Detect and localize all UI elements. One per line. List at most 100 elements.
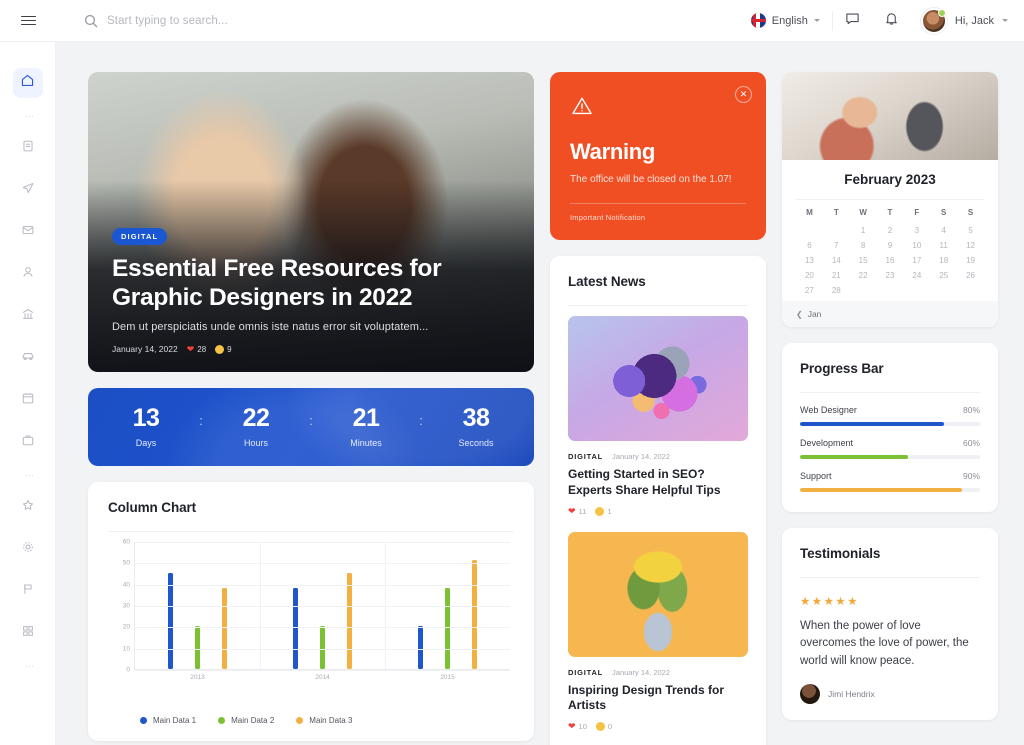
countdown-separator: : xyxy=(199,412,203,428)
calendar-day[interactable]: 10 xyxy=(903,241,930,250)
chart-title: Column Chart xyxy=(108,500,197,515)
avatar xyxy=(800,684,820,705)
progress-label: Support xyxy=(800,471,832,481)
sidebar-item-calendar[interactable] xyxy=(13,385,43,415)
top-bar-actions: English Hi, Jack xyxy=(739,7,1024,34)
chart-legend-item[interactable]: Main Data 3 xyxy=(296,716,352,725)
sidebar-item-clipboard[interactable] xyxy=(13,133,43,163)
calendar-day[interactable]: 5 xyxy=(957,226,984,235)
calendar-weekday: T xyxy=(833,208,839,217)
news-date: January 14, 2022 xyxy=(612,667,671,677)
progress-row: Development 60% xyxy=(800,438,980,459)
calendar-day[interactable]: 13 xyxy=(796,256,823,265)
legend-color-dot xyxy=(140,717,147,724)
calendar-day[interactable]: 25 xyxy=(930,271,957,280)
calendar-day[interactable]: 18 xyxy=(930,256,957,265)
chart-bar xyxy=(222,587,227,669)
legend-label: Main Data 2 xyxy=(231,716,275,725)
progress-percent: 80% xyxy=(962,405,980,415)
user-menu[interactable]: Hi, Jack xyxy=(911,7,1008,34)
divider xyxy=(568,305,748,306)
progress-fill xyxy=(800,422,944,426)
sidebar-separator xyxy=(25,473,30,478)
search-bar[interactable] xyxy=(84,14,739,28)
sidebar-separator xyxy=(25,114,30,119)
countdown-minutes-label: Minutes xyxy=(350,438,382,448)
calendar-day[interactable]: 27 xyxy=(796,286,823,295)
sidebar-item-briefcase[interactable] xyxy=(13,427,43,457)
sidebar-item-favorites[interactable] xyxy=(13,492,43,522)
calendar-day[interactable]: 24 xyxy=(903,271,930,280)
search-input[interactable] xyxy=(107,14,427,27)
calendar-day[interactable]: 17 xyxy=(903,256,930,265)
notifications-button[interactable] xyxy=(872,11,911,31)
news-title: Getting Started in SEO? Experts Share He… xyxy=(568,467,721,497)
calendar-day[interactable]: 4 xyxy=(930,226,957,235)
chart-legend-item[interactable]: Main Data 2 xyxy=(218,716,274,725)
calendar-day[interactable]: 14 xyxy=(823,256,850,265)
calendar-day[interactable]: 11 xyxy=(930,241,957,250)
chart-bar xyxy=(167,573,173,669)
calendar-day[interactable]: 7 xyxy=(823,241,850,250)
hero-category-badge: DIGITAL xyxy=(112,228,168,246)
sidebar-item-settings[interactable] xyxy=(13,534,43,564)
progress-header: Development 60% xyxy=(800,438,980,448)
car-icon xyxy=(21,349,35,368)
hero-comments: 9 xyxy=(215,344,232,354)
calendar-day[interactable]: 12 xyxy=(957,241,984,250)
sidebar-item-widgets[interactable] xyxy=(13,618,43,648)
calendar-day[interactable]: 3 xyxy=(903,226,930,235)
grid-icon xyxy=(21,624,35,643)
chart-area: 0 10 20 30 40 50 60 2013 2014 2015 xyxy=(108,538,514,692)
paper-plane-icon xyxy=(21,181,35,200)
calendar-day[interactable]: 16 xyxy=(877,256,904,265)
calendar-day[interactable]: 26 xyxy=(957,271,984,280)
divider xyxy=(800,577,980,578)
progress-track xyxy=(800,455,980,459)
sidebar-item-car[interactable] xyxy=(13,343,43,373)
sidebar-item-send[interactable] xyxy=(13,175,43,205)
chart-y-tick: 10 xyxy=(122,645,130,653)
calendar-prev-month[interactable]: ❮ Jan xyxy=(782,301,998,327)
progress-header: Support 90% xyxy=(800,471,980,481)
calendar-day[interactable]: 2 xyxy=(877,226,904,235)
legend-label: Main Data 1 xyxy=(153,716,197,725)
news-title: Inspiring Design Trends for Artists xyxy=(568,682,725,713)
calendar-day[interactable]: 20 xyxy=(796,271,823,280)
close-icon[interactable]: ✕ xyxy=(735,86,752,103)
list-item[interactable]: DIGITAL January 14, 2022 Getting Started… xyxy=(568,316,748,516)
progress-track xyxy=(800,422,980,426)
language-selector[interactable]: English xyxy=(739,13,832,28)
sidebar-item-bank[interactable] xyxy=(13,301,43,331)
sidebar-item-mail[interactable] xyxy=(13,217,43,247)
calendar-day[interactable]: 1 xyxy=(850,226,877,235)
chart-y-tick: 60 xyxy=(122,538,130,546)
hero-article-card[interactable]: DIGITAL Essential Free Resources for Gra… xyxy=(88,72,534,372)
calendar-day[interactable]: 22 xyxy=(850,271,877,280)
countdown-days-value: 13 xyxy=(132,404,160,432)
sidebar-item-profile[interactable] xyxy=(13,259,43,289)
calendar-day[interactable]: 8 xyxy=(850,241,877,250)
sidebar-separator xyxy=(25,664,30,669)
testimonial-author: Jimi Hendrix xyxy=(800,684,980,705)
clipboard-icon xyxy=(21,139,35,158)
calendar-day[interactable]: 23 xyxy=(877,271,904,280)
column-chart-card: Column Chart 0 10 20 30 40 50 60 2013 2014 2015 M… xyxy=(88,482,534,741)
calendar-day[interactable]: 21 xyxy=(823,271,850,280)
divider xyxy=(108,531,514,532)
list-item[interactable]: DIGITAL January 14, 2022 Inspiring Desig… xyxy=(568,531,748,732)
calendar-day[interactable]: 28 xyxy=(823,286,850,295)
chart-legend-item[interactable]: Main Data 1 xyxy=(140,716,196,725)
calendar-day[interactable]: 6 xyxy=(796,241,823,250)
chat-button[interactable] xyxy=(833,11,872,31)
chart-bar xyxy=(445,587,450,669)
hamburger-menu-button[interactable] xyxy=(0,13,56,28)
calendar-day[interactable]: 9 xyxy=(877,241,904,250)
legend-color-dot xyxy=(296,717,304,724)
calendar-day[interactable]: 19 xyxy=(957,256,984,265)
calendar-day[interactable]: 15 xyxy=(850,256,877,265)
countdown-timer: 13 Days : 22 Hours : 21 Minutes : 38 Sec… xyxy=(88,388,534,466)
main-content: DIGITAL Essential Free Resources for Gra… xyxy=(56,42,1024,745)
sidebar-item-flag[interactable] xyxy=(13,576,43,606)
sidebar-item-home[interactable] xyxy=(12,68,43,98)
